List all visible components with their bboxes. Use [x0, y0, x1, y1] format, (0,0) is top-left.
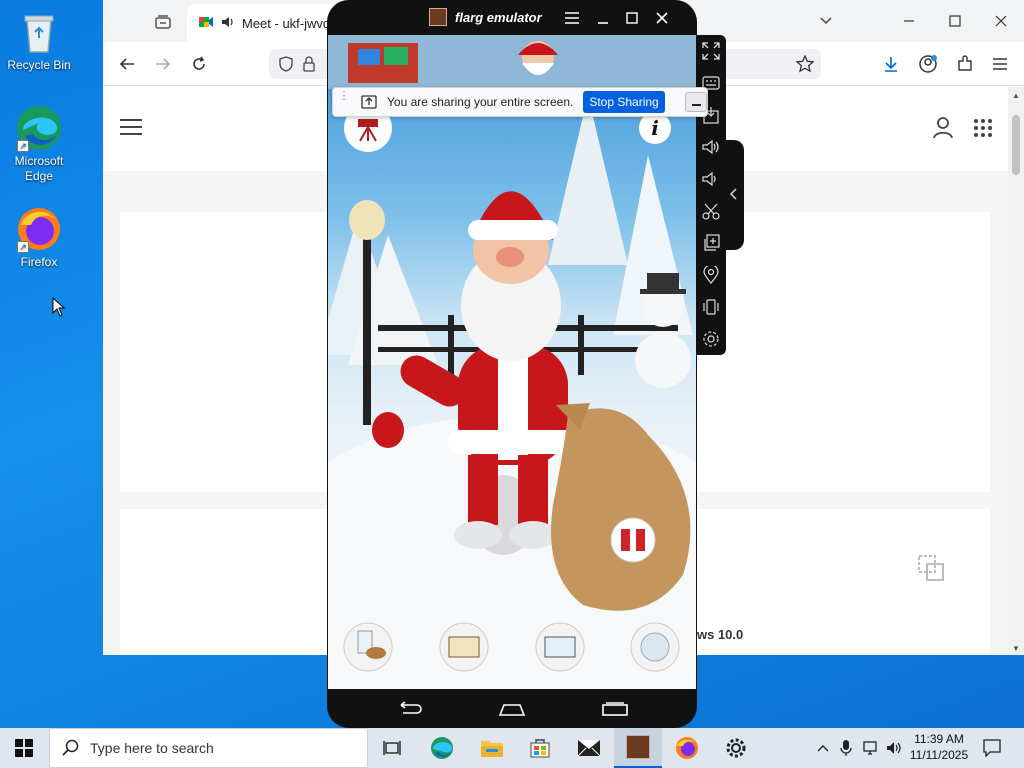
- share-minimize-button[interactable]: [684, 92, 707, 112]
- desktop-icon-edge[interactable]: ↗ Microsoft Edge: [1, 104, 77, 184]
- tab-list-chevron-icon[interactable]: [812, 7, 840, 35]
- tab-overview-icon[interactable]: [149, 8, 177, 36]
- back-arrow-icon[interactable]: [113, 50, 141, 78]
- search-placeholder: Type here to search: [90, 740, 214, 756]
- menu-hamburger-icon[interactable]: [986, 50, 1014, 78]
- bookmark-star-icon[interactable]: [791, 50, 819, 78]
- emulator-menu-icon[interactable]: [565, 12, 579, 27]
- santa-game-screen[interactable]: i: [328, 35, 696, 689]
- mail-icon[interactable]: [565, 728, 613, 768]
- tracking-shield-icon[interactable]: [279, 56, 293, 75]
- android-home-icon[interactable]: [498, 701, 526, 720]
- settings-gear-icon[interactable]: [700, 328, 722, 350]
- window-maximize-icon[interactable]: [941, 7, 969, 35]
- gift-button[interactable]: [611, 518, 655, 562]
- desktop-icon-label: Microsoft Edge: [14, 154, 64, 183]
- multi-instance-icon[interactable]: [700, 232, 722, 254]
- share-message: You are sharing your entire screen.: [387, 95, 574, 109]
- emulator-minimize-icon[interactable]: [597, 13, 609, 27]
- network-icon[interactable]: [860, 728, 882, 768]
- notification-center-icon[interactable]: [972, 728, 1012, 768]
- emulator-app-icon: [429, 8, 447, 26]
- volume-icon[interactable]: [884, 728, 906, 768]
- desktop-icon-label: Recycle Bin: [7, 58, 71, 72]
- microsoft-store-icon[interactable]: [516, 728, 564, 768]
- milk-cookies-button[interactable]: [344, 623, 392, 671]
- letter-button[interactable]: [440, 623, 488, 671]
- speaker-icon[interactable]: [221, 15, 235, 32]
- shake-device-icon[interactable]: [700, 296, 722, 318]
- page-scrollbar[interactable]: ▲ ▼: [1008, 87, 1024, 655]
- forward-arrow-icon[interactable]: [149, 50, 177, 78]
- android-nav-bar: [327, 690, 697, 728]
- stop-sharing-button[interactable]: Stop Sharing: [583, 91, 665, 113]
- share-screen-icon: [361, 95, 377, 109]
- window-minimize-icon[interactable]: [895, 7, 923, 35]
- shortcut-arrow-icon: ↗: [17, 241, 29, 253]
- page-menu-icon[interactable]: [119, 118, 143, 139]
- start-button[interactable]: [0, 728, 48, 768]
- screen-sharing-indicator: ⋮ You are sharing your entire screen. St…: [332, 87, 708, 117]
- microphone-icon[interactable]: [836, 728, 856, 768]
- location-pin-icon[interactable]: [700, 264, 722, 286]
- fullscreen-icon[interactable]: [700, 40, 722, 62]
- taskbar-settings-gear-icon[interactable]: [712, 728, 760, 768]
- file-explorer-icon[interactable]: [468, 728, 516, 768]
- account-icon[interactable]: [914, 50, 942, 78]
- drag-handle-icon[interactable]: ⋮: [337, 91, 351, 111]
- emulator-title: flarg emulator: [455, 10, 542, 25]
- volume-down-icon[interactable]: [700, 168, 722, 190]
- show-hidden-icons-chevron-icon[interactable]: [810, 728, 836, 768]
- search-icon: [62, 739, 80, 757]
- chevron-left-icon: [729, 188, 737, 203]
- taskbar-emulator-icon[interactable]: [614, 728, 662, 768]
- clock-date: 11/11/2025: [909, 748, 969, 762]
- card-button[interactable]: [536, 623, 584, 671]
- mouse-cursor: [52, 296, 66, 320]
- screenshot-scissors-icon[interactable]: [700, 200, 722, 222]
- taskbar-firefox-icon[interactable]: [663, 728, 711, 768]
- emulator-close-icon[interactable]: [656, 12, 668, 27]
- window-close-icon[interactable]: [987, 7, 1015, 35]
- extensions-icon[interactable]: [951, 50, 979, 78]
- clock-time: 11:39 AM: [914, 732, 964, 746]
- taskbar-edge-icon[interactable]: [418, 728, 466, 768]
- profile-icon[interactable]: [933, 117, 953, 142]
- tab-title: Meet - ukf-jwvd-: [242, 16, 335, 31]
- screen-share-frame-icon[interactable]: [917, 554, 945, 585]
- page-text-snippet: ws 10.0: [697, 627, 744, 642]
- desktop-icon-label: Firefox: [20, 255, 58, 269]
- system-clock[interactable]: 11:39 AM 11/11/2025: [906, 731, 972, 763]
- apps-grid-icon[interactable]: [973, 118, 993, 141]
- desktop-icon-recycle-bin[interactable]: Recycle Bin: [1, 8, 77, 73]
- emulator-title-bar[interactable]: flarg emulator: [327, 0, 697, 36]
- meet-icon: [199, 15, 213, 32]
- desktop-icon-firefox[interactable]: ↗ Firefox: [1, 205, 77, 270]
- volume-up-icon[interactable]: [700, 136, 722, 158]
- emulator-maximize-icon[interactable]: [626, 12, 638, 27]
- lock-icon[interactable]: [303, 56, 315, 75]
- edge-icon: ↗: [15, 104, 63, 152]
- android-recents-icon[interactable]: [601, 701, 629, 720]
- task-view-icon[interactable]: [368, 728, 416, 768]
- firefox-icon: ↗: [15, 205, 63, 253]
- reload-icon[interactable]: [185, 50, 213, 78]
- downloads-icon[interactable]: [877, 50, 905, 78]
- windows-taskbar: Type here to search 11:39 AM 11/11/2025: [0, 728, 1024, 768]
- windows-logo-icon: [15, 739, 33, 757]
- emulator-side-toolbar: [696, 35, 726, 355]
- shortcut-arrow-icon: ↗: [17, 140, 29, 152]
- side-toolbar-collapse-tab[interactable]: [724, 140, 744, 250]
- snowball-button[interactable]: [631, 623, 679, 671]
- recycle-bin-icon: [15, 8, 63, 56]
- taskbar-search-box[interactable]: Type here to search: [49, 728, 368, 768]
- android-back-icon[interactable]: [395, 701, 423, 720]
